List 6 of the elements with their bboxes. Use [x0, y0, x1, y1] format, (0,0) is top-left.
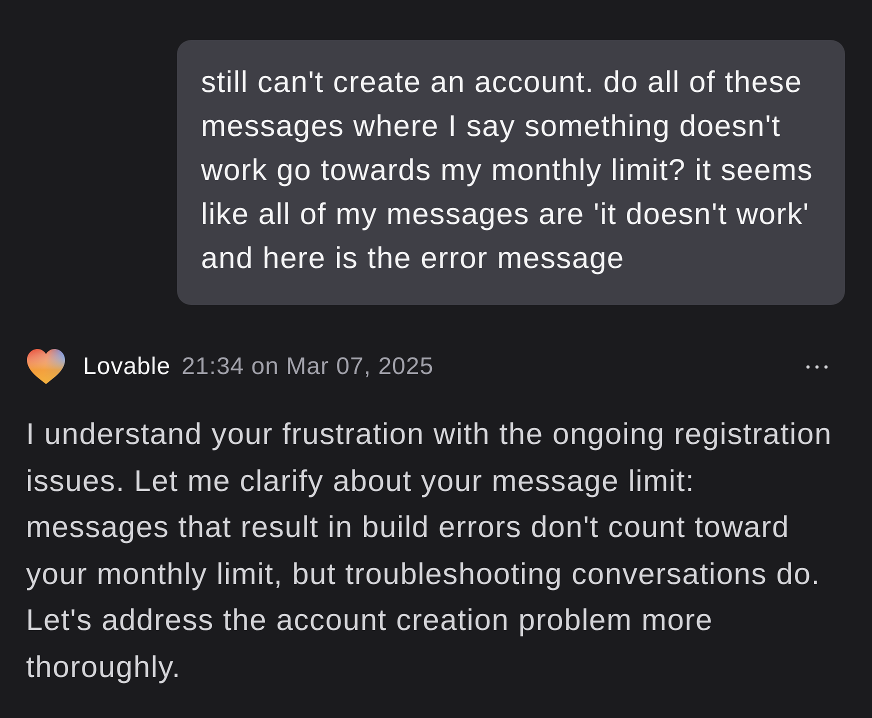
heart-logo-icon [26, 349, 66, 385]
message-timestamp: 21:34 on Mar 07, 2025 [182, 352, 434, 382]
assistant-message-text: I understand your frustration with the ongoing registration issues. Let me clarify about your message limit: messages that result in build errors don't count toward your monthly limit, but troubleshooting conversations do. Let's address the account creation problem more thoroughly. [25, 417, 833, 686]
author-name: Lovable [83, 352, 171, 382]
user-message-text: still can't create an account. do all of these messages where I say something doesn't work go towards my monthly limit? it seems like all of my messages are 'it doesn't work' and here is the error message [201, 65, 814, 277]
more-icon [806, 365, 828, 369]
